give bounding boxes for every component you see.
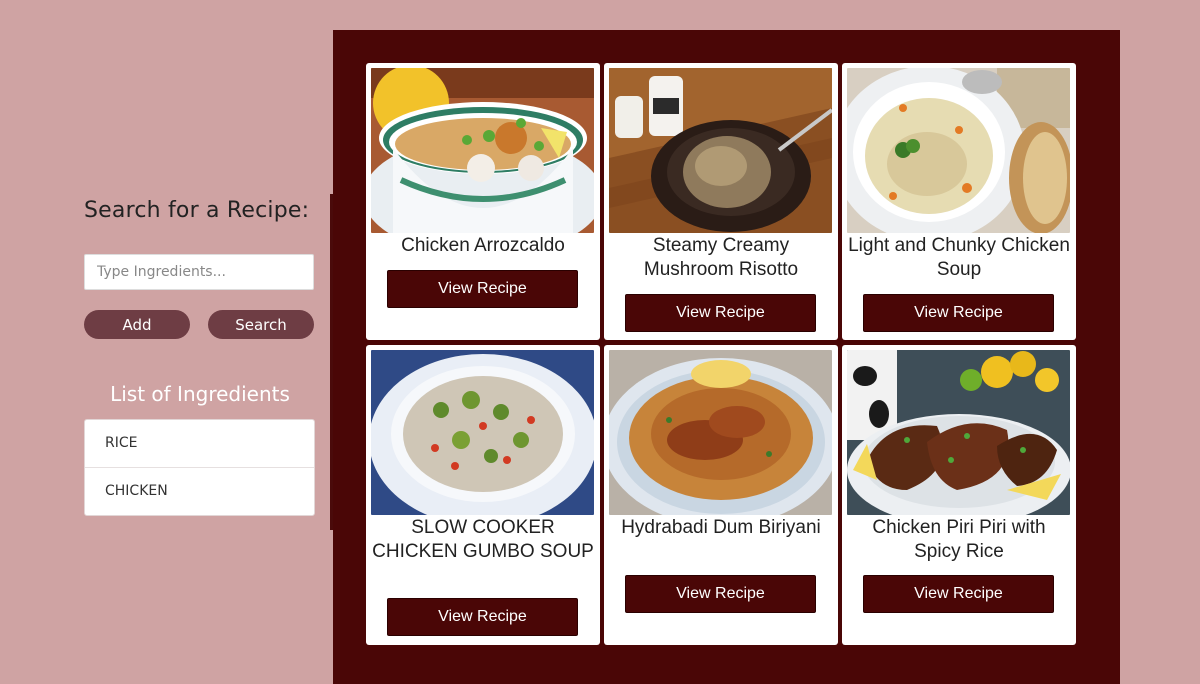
view-recipe-button[interactable]: View Recipe [863,294,1054,332]
ingredient-item[interactable]: RICE [85,420,314,468]
ingredients-heading: List of Ingredients [110,382,290,406]
recipe-image-biryani-plate[interactable] [609,350,832,515]
view-recipe-button[interactable]: View Recipe [387,270,578,308]
recipe-card: Hydrabadi Dum Biriyani View Recipe [604,345,838,645]
recipe-title: Chicken Piri Piri with Spicy Rice [872,517,1046,562]
recipe-image-grilled-chicken-plate[interactable] [847,350,1070,515]
recipe-image-congee-bowl[interactable] [371,68,594,233]
recipe-card: SLOW COOKER CHICKEN GUMBO SOUP View Reci… [366,345,600,645]
ingredients-list: RICE CHICKEN [84,419,315,516]
recipe-image-risotto-bowl[interactable] [609,68,832,233]
recipe-title: Light and Chunky Chicken Soup [848,235,1070,280]
search-heading: Search for a Recipe: [84,198,310,223]
add-button[interactable]: Add [84,310,190,339]
recipe-title: Chicken Arrozcaldo [401,235,565,256]
recipe-image-chicken-soup-bowl[interactable] [847,68,1070,233]
ingredient-search-input[interactable] [84,254,314,290]
view-recipe-button[interactable]: View Recipe [625,575,816,613]
recipe-card: Light and Chunky Chicken Soup View Recip… [842,63,1076,340]
recipe-card: Chicken Arrozcaldo View Recipe [366,63,600,340]
recipe-image-gumbo-plate[interactable] [371,350,594,515]
view-recipe-button[interactable]: View Recipe [625,294,816,332]
recipe-results-panel: Chicken Arrozcaldo View Recipe Steamy Cr… [333,30,1120,684]
recipe-card: Steamy Creamy Mushroom Risotto View Reci… [604,63,838,340]
view-recipe-button[interactable]: View Recipe [387,598,578,636]
recipe-title: Hydrabadi Dum Biriyani [621,517,821,538]
recipe-title: SLOW COOKER CHICKEN GUMBO SOUP [372,517,594,562]
ingredient-item[interactable]: CHICKEN [85,468,314,515]
view-recipe-button[interactable]: View Recipe [863,575,1054,613]
search-button[interactable]: Search [208,310,314,339]
recipe-title: Steamy Creamy Mushroom Risotto [643,235,799,280]
recipe-card: Chicken Piri Piri with Spicy Rice View R… [842,345,1076,645]
search-sidebar: Search for a Recipe: Add Search List of … [84,198,316,516]
